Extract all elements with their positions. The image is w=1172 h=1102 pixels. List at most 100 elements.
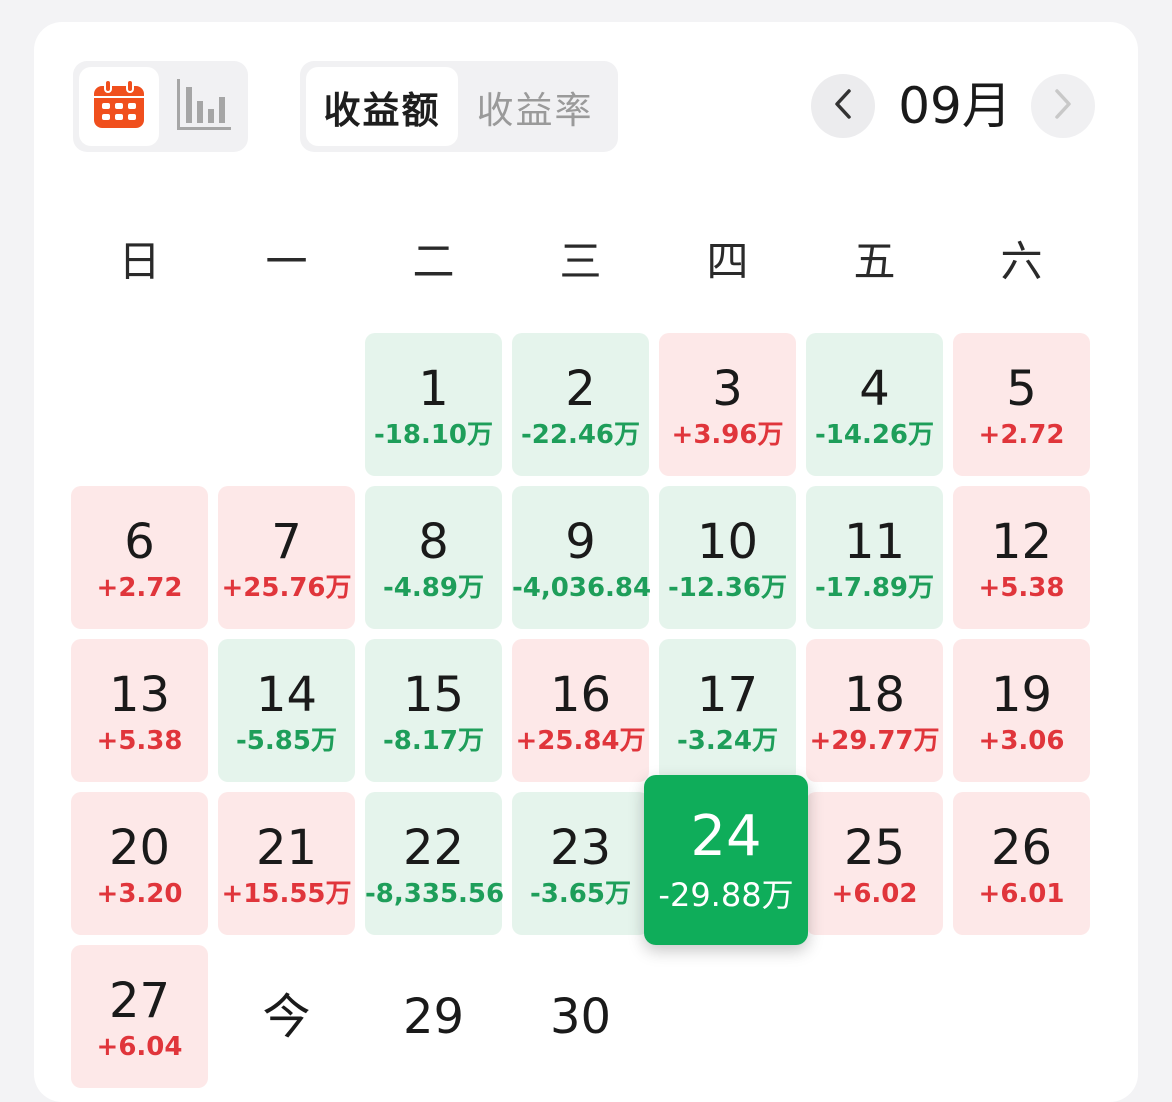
calendar-day-cell[interactable]: 17 -3.24万 xyxy=(659,639,796,782)
prev-month-button[interactable] xyxy=(811,74,875,138)
calendar-day-cell[interactable]: 6 +2.72 xyxy=(71,486,208,629)
weekday-fri: 五 xyxy=(853,237,896,286)
day-number: 5 xyxy=(1006,361,1037,417)
day-return-value: +2.72 xyxy=(96,573,183,603)
day-return-value: -5.85万 xyxy=(236,726,337,756)
calendar-day-cell[interactable]: 23 -3.65万 xyxy=(512,792,649,935)
calendar-day-cell[interactable]: 9 -4,036.84 xyxy=(512,486,651,629)
day-number: 19 xyxy=(990,667,1053,723)
chart-view-button[interactable] xyxy=(165,67,242,146)
day-return-value: +25.84万 xyxy=(515,726,646,756)
day-return-value: +3.20 xyxy=(96,879,183,909)
calendar-view-button[interactable] xyxy=(79,67,159,146)
tab-return-rate[interactable]: 收益率 xyxy=(460,67,610,146)
day-number: 10 xyxy=(696,514,759,570)
weekday-sat: 六 xyxy=(1000,237,1043,286)
calendar-day-cell[interactable]: 今 xyxy=(218,945,355,1088)
day-number: 17 xyxy=(696,667,759,723)
bar-chart-icon xyxy=(176,78,231,135)
calendar-day-cell[interactable]: 13 +5.38 xyxy=(71,639,208,782)
day-return-value: +3.96万 xyxy=(671,420,784,450)
calendar-day-cell[interactable]: 27 +6.04 xyxy=(71,945,208,1088)
chevron-left-icon xyxy=(831,88,855,124)
day-number: 8 xyxy=(418,514,449,570)
weekday-sun: 日 xyxy=(118,237,161,286)
day-return-value: -4.89万 xyxy=(383,573,484,603)
day-return-value: -14.26万 xyxy=(814,420,935,450)
day-number: 11 xyxy=(843,514,906,570)
calendar-day-cell[interactable]: 14 -5.85万 xyxy=(218,639,355,782)
day-number: 21 xyxy=(255,820,318,876)
calendar-day-cell[interactable]: 25 +6.02 xyxy=(806,792,943,935)
day-number: 16 xyxy=(549,667,612,723)
view-toggle xyxy=(73,61,248,152)
day-return-value: -29.88万 xyxy=(658,876,794,914)
calendar-day-cell[interactable]: 7 +25.76万 xyxy=(218,486,355,629)
month-label: 09月 xyxy=(898,77,1012,135)
calendar-day-cell[interactable]: 5 +2.72 xyxy=(953,333,1090,476)
day-return-value: -12.36万 xyxy=(667,573,788,603)
day-number: 13 xyxy=(108,667,171,723)
day-number: 30 xyxy=(549,989,612,1045)
calendar-day-cell[interactable]: 2 -22.46万 xyxy=(512,333,649,476)
calendar-day-cell[interactable]: 18 +29.77万 xyxy=(806,639,943,782)
day-number: 9 xyxy=(565,514,596,570)
day-number: 25 xyxy=(843,820,906,876)
day-number: 26 xyxy=(990,820,1053,876)
day-number: 4 xyxy=(859,361,890,417)
day-return-value: +15.55万 xyxy=(221,879,352,909)
next-month-button[interactable] xyxy=(1031,74,1095,138)
day-number: 14 xyxy=(255,667,318,723)
day-return-value: +29.77万 xyxy=(809,726,940,756)
calendar-day-cell[interactable]: 4 -14.26万 xyxy=(806,333,943,476)
weekday-wed: 三 xyxy=(559,237,602,286)
calendar-day-cell[interactable]: 24 -29.88万 xyxy=(644,775,808,945)
day-return-value: -8,335.56 xyxy=(365,879,505,909)
day-number: 1 xyxy=(418,361,449,417)
day-number: 18 xyxy=(843,667,906,723)
day-return-value: -18.10万 xyxy=(373,420,494,450)
calendar-day-cell[interactable]: 1 -18.10万 xyxy=(365,333,502,476)
day-number: 20 xyxy=(108,820,171,876)
calendar-day-cell[interactable]: 15 -8.17万 xyxy=(365,639,502,782)
calendar-day-cell[interactable]: 21 +15.55万 xyxy=(218,792,355,935)
calendar-day-cell[interactable]: 8 -4.89万 xyxy=(365,486,502,629)
calendar-day-cell[interactable]: 12 +5.38 xyxy=(953,486,1090,629)
day-return-value: +5.38 xyxy=(978,573,1065,603)
day-number: 23 xyxy=(549,820,612,876)
day-number: 27 xyxy=(108,973,171,1029)
chevron-right-icon xyxy=(1051,88,1075,124)
calendar-day-cell[interactable]: 30 xyxy=(512,945,649,1088)
day-return-value: +25.76万 xyxy=(221,573,352,603)
day-return-value: +6.01 xyxy=(978,879,1065,909)
weekday-tue: 二 xyxy=(412,237,455,286)
day-return-value: -3.65万 xyxy=(530,879,631,909)
day-return-value: +2.72 xyxy=(978,420,1065,450)
day-return-value: -3.24万 xyxy=(677,726,778,756)
calendar-day-cell[interactable]: 19 +3.06 xyxy=(953,639,1090,782)
calendar-day-cell[interactable]: 20 +3.20 xyxy=(71,792,208,935)
day-number: 2 xyxy=(565,361,596,417)
day-number: 6 xyxy=(124,514,155,570)
day-return-value: +6.04 xyxy=(96,1032,183,1062)
calendar-day-cell[interactable]: 16 +25.84万 xyxy=(512,639,649,782)
calendar-day-cell[interactable]: 29 xyxy=(365,945,502,1088)
day-number: 12 xyxy=(990,514,1053,570)
day-return-value: +5.38 xyxy=(96,726,183,756)
day-number: 3 xyxy=(712,361,743,417)
day-number: 15 xyxy=(402,667,465,723)
tab-return-amount[interactable]: 收益额 xyxy=(306,67,458,146)
weekday-thu: 四 xyxy=(706,237,749,286)
calendar-day-cell[interactable]: 10 -12.36万 xyxy=(659,486,796,629)
day-return-value: +6.02 xyxy=(831,879,918,909)
calendar-day-cell[interactable]: 3 +3.96万 xyxy=(659,333,796,476)
calendar-day-cell[interactable]: 22 -8,335.56 xyxy=(365,792,505,935)
calendar-day-cell[interactable]: 26 +6.01 xyxy=(953,792,1090,935)
day-number: 29 xyxy=(402,989,465,1045)
metric-segmented-control: 收益额 收益率 xyxy=(300,61,618,152)
day-number: 7 xyxy=(271,514,302,570)
weekday-mon: 一 xyxy=(265,237,308,286)
calendar-day-cell[interactable]: 11 -17.89万 xyxy=(806,486,943,629)
day-return-value: +3.06 xyxy=(978,726,1065,756)
day-number: 22 xyxy=(402,820,465,876)
